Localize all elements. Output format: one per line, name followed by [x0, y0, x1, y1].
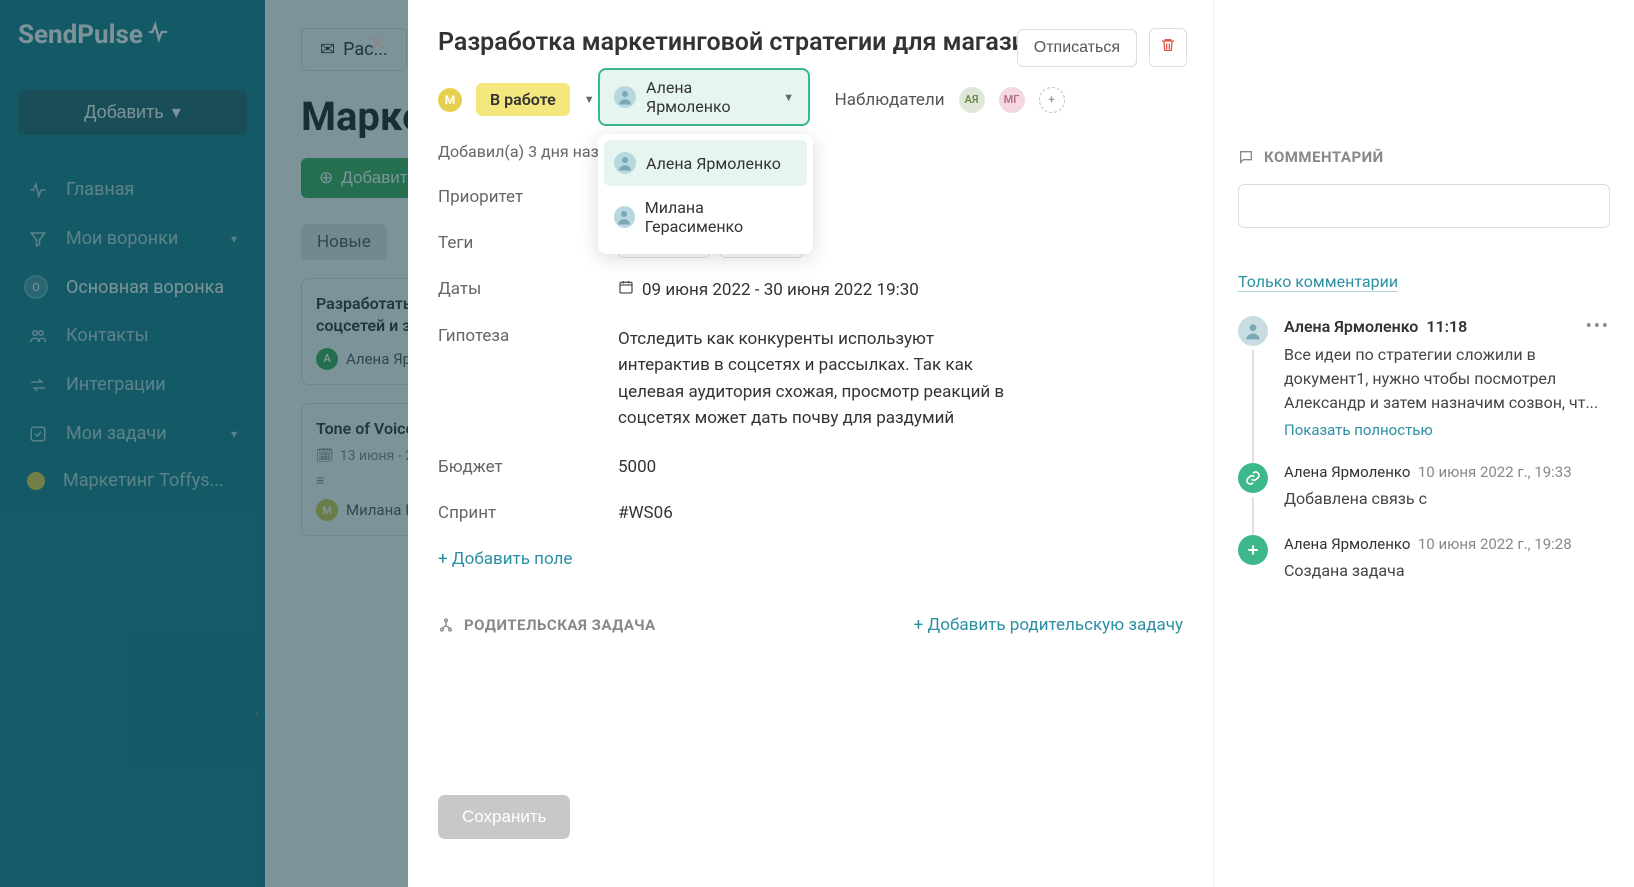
link-icon [1238, 463, 1268, 493]
delete-button[interactable] [1149, 28, 1187, 67]
dates-label: Даты [438, 279, 608, 299]
activity-link-added: Алена Ярмоленко 10 июня 2022 г., 19:33 Д… [1238, 463, 1610, 511]
activity-author: Алена Ярмоленко [1284, 317, 1418, 336]
status-label: В работе [490, 90, 556, 109]
activity-text: Все идеи по стратегии сложили в документ… [1284, 343, 1610, 415]
unsubscribe-button[interactable]: Отписаться [1017, 29, 1137, 67]
add-parent-link[interactable]: + Добавить родительскую задачу [914, 615, 1183, 635]
plus-icon [1238, 535, 1268, 565]
activity-comment: Алена Ярмоленко 11:18 ••• Все идеи по ст… [1238, 316, 1610, 439]
save-button[interactable]: Сохранить [438, 795, 570, 839]
chevron-down-icon[interactable]: ▼ [584, 93, 595, 106]
avatar [1238, 316, 1268, 346]
dates-value[interactable]: 09 июня 2022 - 30 июня 2022 19:30 [642, 280, 919, 300]
modal-close-button[interactable]: ✕ [368, 30, 388, 58]
assignee-menu: Алена Ярмоленко Милана Герасименко [598, 134, 813, 254]
assignee-selected: Алена Ярмоленко [646, 78, 773, 116]
chevron-down-icon: ▼ [783, 91, 794, 104]
activity-author: Алена Ярмоленко [1284, 463, 1410, 481]
timeline-line [1252, 497, 1254, 535]
modal-title: Разработка маркетинговой стратегии для м… [438, 28, 1054, 57]
avatar [614, 86, 636, 108]
show-more-link[interactable]: Показать полностью [1284, 421, 1610, 439]
watcher-badge[interactable]: МГ [999, 87, 1025, 113]
hierarchy-icon [438, 617, 454, 633]
budget-value[interactable]: 5000 [618, 457, 656, 477]
assignee-select[interactable]: Алена Ярмоленко ▼ [598, 68, 810, 126]
modal-side-panel: КОММЕНТАРИЙ Только комментарии Алена Ярм… [1214, 0, 1634, 887]
add-watcher-button[interactable]: + [1039, 87, 1065, 113]
assignee-option[interactable]: Алена Ярмоленко [604, 140, 807, 186]
activity-time: 11:18 [1426, 317, 1467, 336]
parent-task-label: РОДИТЕЛЬСКАЯ ЗАДАЧА [438, 616, 656, 634]
header-actions: Отписаться [1017, 28, 1187, 67]
activity-task-created: Алена Ярмоленко 10 июня 2022 г., 19:28 С… [1238, 535, 1610, 583]
option-label: Алена Ярмоленко [646, 154, 781, 173]
avatar [614, 152, 636, 174]
activity-text: Создана задача [1284, 559, 1610, 583]
calendar-icon [618, 279, 634, 300]
watcher-badge[interactable]: АЯ [959, 87, 985, 113]
activity-time: 10 июня 2022 г., 19:28 [1418, 535, 1572, 553]
watchers-label: Наблюдатели [835, 90, 945, 110]
activity-time: 10 июня 2022 г., 19:33 [1418, 463, 1572, 481]
add-field-link[interactable]: + Добавить поле [438, 549, 572, 569]
sprint-value[interactable]: #WS06 [618, 503, 673, 523]
priority-label: Приоритет [438, 187, 608, 207]
project-marker: М [438, 88, 462, 112]
assignee-option[interactable]: Милана Герасименко [604, 186, 807, 248]
comment-icon [1238, 149, 1254, 165]
option-label: Милана Герасименко [645, 198, 797, 236]
comments-header: КОММЕНТАРИЙ [1238, 148, 1610, 166]
activity-more-button[interactable]: ••• [1586, 316, 1610, 337]
comments-filter-link[interactable]: Только комментарии [1238, 272, 1398, 292]
budget-label: Бюджет [438, 457, 608, 477]
comment-input[interactable] [1238, 184, 1610, 228]
timeline-line [1252, 350, 1254, 463]
avatar [614, 206, 635, 228]
task-modal: Разработка маркетинговой стратегии для м… [408, 0, 1634, 887]
sprint-label: Спринт [438, 503, 608, 523]
hypothesis-label: Гипотеза [438, 326, 608, 346]
activity-text: Добавлена связь с [1284, 487, 1610, 511]
assignee-dropdown: Алена Ярмоленко ▼ Алена Ярмоленко Милана… [598, 68, 813, 254]
activity-author: Алена Ярмоленко [1284, 535, 1410, 553]
trash-icon [1160, 37, 1176, 53]
status-select[interactable]: В работе [476, 83, 570, 116]
parent-task-row: РОДИТЕЛЬСКАЯ ЗАДАЧА + Добавить родительс… [438, 615, 1183, 635]
hypothesis-text[interactable]: Отследить как конкуренты используют инте… [618, 326, 1018, 431]
tags-label: Теги [438, 233, 608, 253]
